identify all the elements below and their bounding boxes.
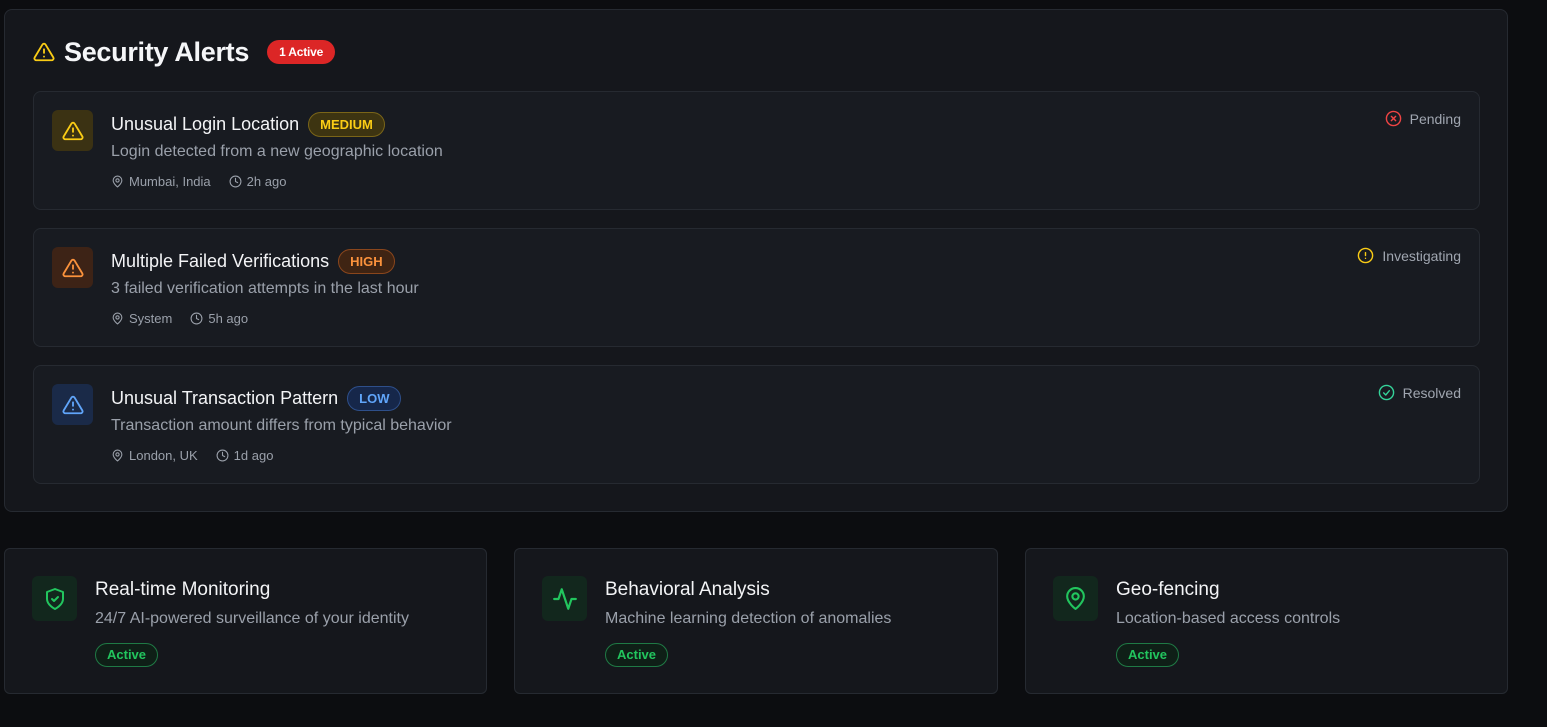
alert-status: Resolved xyxy=(1378,384,1461,401)
status-text: Resolved xyxy=(1402,384,1461,401)
panel-title: Security Alerts xyxy=(64,36,250,67)
panel-header: Security Alerts 1 Active xyxy=(33,36,336,68)
clock-icon xyxy=(229,175,242,188)
map-pin-icon xyxy=(1053,576,1098,621)
alert-meta: London, UK 1d ago xyxy=(111,448,291,463)
warning-triangle-icon xyxy=(33,41,55,63)
alert-time: 2h ago xyxy=(229,174,287,189)
time-text: 2h ago xyxy=(246,174,287,189)
alert-title-row: Unusual Login Location MEDIUM xyxy=(111,111,385,137)
alert-title-row: Multiple Failed Verifications HIGH xyxy=(111,248,395,274)
feature-description: Location-based access controls xyxy=(1116,610,1341,627)
feature-status-badge: Active xyxy=(95,643,159,667)
alert-location: System xyxy=(111,311,172,326)
alert-card-failed-verifications[interactable]: Multiple Failed Verifications HIGH 3 fai… xyxy=(33,228,1480,347)
alert-title: Unusual Login Location xyxy=(111,113,300,134)
check-circle-icon xyxy=(1378,384,1394,401)
warning-triangle-icon xyxy=(52,384,93,425)
time-text: 5h ago xyxy=(208,311,249,326)
status-text: Pending xyxy=(1409,110,1461,127)
feature-title: Geo-fencing xyxy=(1116,579,1220,600)
alert-status: Investigating xyxy=(1357,247,1461,264)
alert-description: Login detected from a new geographic loc… xyxy=(111,143,443,160)
alert-title: Unusual Transaction Pattern xyxy=(111,387,339,408)
alert-location: Mumbai, India xyxy=(111,174,211,189)
severity-badge: HIGH xyxy=(338,248,395,274)
feature-description: Machine learning detection of anomalies xyxy=(605,610,892,627)
alert-meta: Mumbai, India 2h ago xyxy=(111,174,304,189)
location-text: London, UK xyxy=(129,448,198,463)
feature-title: Real-time Monitoring xyxy=(95,579,271,600)
warning-triangle-icon xyxy=(52,110,93,151)
map-pin-icon xyxy=(112,175,123,188)
active-count-badge: 1 Active xyxy=(267,40,336,64)
warning-triangle-icon xyxy=(52,247,93,288)
feature-card-geo-fencing[interactable]: Geo-fencing Location-based access contro… xyxy=(1025,548,1508,694)
clock-icon xyxy=(190,312,203,325)
alert-location: London, UK xyxy=(111,448,198,463)
alert-time: 1d ago xyxy=(216,448,274,463)
security-alerts-panel: Security Alerts 1 Active Unusual Login L… xyxy=(4,9,1508,512)
alert-card-transaction-pattern[interactable]: Unusual Transaction Pattern LOW Transact… xyxy=(33,365,1480,484)
alert-description: 3 failed verification attempts in the la… xyxy=(111,280,419,297)
time-text: 1d ago xyxy=(233,448,274,463)
location-text: System xyxy=(129,311,173,326)
status-text: Investigating xyxy=(1382,247,1461,264)
x-circle-icon xyxy=(1385,110,1401,127)
alert-description: Transaction amount differs from typical … xyxy=(111,417,452,434)
map-pin-icon xyxy=(112,449,123,462)
clock-icon xyxy=(216,449,229,462)
feature-status-badge: Active xyxy=(1116,643,1180,667)
alert-title: Multiple Failed Verifications xyxy=(111,250,330,271)
severity-badge: LOW xyxy=(347,385,402,411)
alert-meta: System 5h ago xyxy=(111,311,266,326)
feature-card-behavioral-analysis[interactable]: Behavioral Analysis Machine learning det… xyxy=(514,548,998,694)
feature-status-badge: Active xyxy=(605,643,669,667)
feature-title: Behavioral Analysis xyxy=(605,579,770,600)
alert-circle-icon xyxy=(1358,247,1374,264)
location-text: Mumbai, India xyxy=(129,174,211,189)
map-pin-icon xyxy=(112,312,123,325)
severity-badge: MEDIUM xyxy=(308,111,385,137)
alert-card-unusual-login[interactable]: Unusual Login Location MEDIUM Login dete… xyxy=(33,91,1480,210)
alert-title-row: Unusual Transaction Pattern LOW xyxy=(111,385,402,411)
activity-pulse-icon xyxy=(542,576,587,621)
feature-card-realtime-monitoring[interactable]: Real-time Monitoring 24/7 AI-powered sur… xyxy=(4,548,487,694)
feature-description: 24/7 AI-powered surveillance of your ide… xyxy=(95,610,409,627)
alert-status: Pending xyxy=(1385,110,1461,127)
shield-check-icon xyxy=(32,576,77,621)
alert-time: 5h ago xyxy=(190,311,248,326)
